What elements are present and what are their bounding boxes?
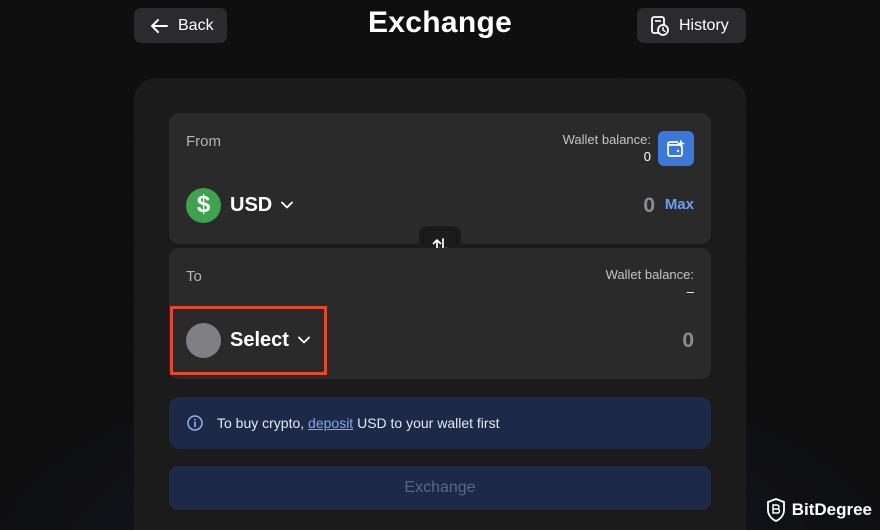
info-text: To buy crypto, deposit USD to your walle… — [217, 415, 499, 431]
chevron-down-icon — [281, 201, 294, 209]
from-amount[interactable]: 0 — [643, 194, 655, 218]
from-label: From — [186, 133, 221, 150]
from-panel: From Wallet balance: 0 $ USD 0 Max — [169, 113, 711, 244]
to-currency-selector[interactable]: Select — [186, 322, 310, 358]
info-suffix: USD to your wallet first — [353, 415, 500, 431]
wallet-balance-value: – — [686, 284, 694, 299]
from-currency-label: USD — [230, 193, 273, 216]
page-title: Exchange — [367, 6, 513, 39]
to-currency-label: Select — [230, 328, 289, 351]
chevron-down-icon — [298, 336, 310, 344]
to-wallet-balance: Wallet balance: – — [606, 266, 694, 300]
info-prefix: To buy crypto, — [217, 415, 309, 431]
brand-name: BitDegree — [791, 500, 872, 519]
from-currency-selector[interactable]: $ USD — [186, 187, 294, 223]
exchange-button[interactable]: Exchange — [169, 466, 711, 510]
bitdegree-logo: BitDegree — [766, 498, 872, 522]
placeholder-coin-icon — [186, 322, 221, 358]
history-icon — [651, 15, 669, 36]
to-panel: To Wallet balance: – Select 0 — [169, 248, 711, 379]
wallet-balance-label: Wallet balance: — [562, 132, 651, 147]
wallet-balance-value: 0 — [643, 149, 651, 164]
deposit-link[interactable]: deposit — [308, 415, 353, 431]
from-wallet-balance: Wallet balance: 0 — [563, 131, 651, 165]
bitdegree-shield-icon — [766, 498, 786, 522]
info-icon — [187, 415, 203, 431]
usd-coin-icon: $ — [186, 187, 221, 223]
to-label: To — [186, 268, 202, 285]
max-button[interactable]: Max — [665, 196, 694, 213]
info-notice: To buy crypto, deposit USD to your walle… — [169, 397, 711, 449]
to-amount[interactable]: 0 — [682, 329, 694, 353]
history-button[interactable]: History — [637, 8, 746, 43]
history-label: History — [679, 16, 729, 34]
wallet-balance-label: Wallet balance: — [605, 267, 694, 282]
add-wallet-button[interactable] — [658, 131, 694, 166]
wallet-add-icon — [666, 139, 686, 158]
